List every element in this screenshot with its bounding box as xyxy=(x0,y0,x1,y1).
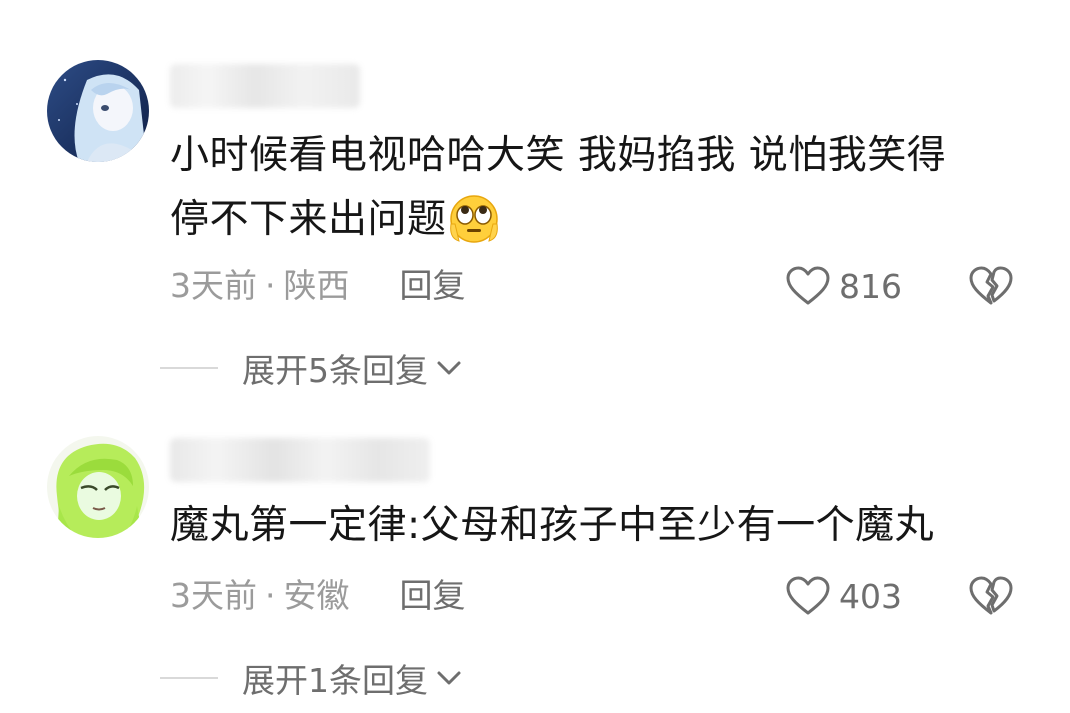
comment-text: 魔丸第一定律:父母和孩子中至少有一个魔丸 xyxy=(170,494,1030,558)
heart-icon xyxy=(786,576,830,615)
broken-heart-icon xyxy=(969,576,1013,615)
avatar-image xyxy=(47,60,149,162)
comment-text-line: 小时候看电视哈哈大笑 我妈掐我 说怕我笑得 xyxy=(170,133,947,178)
eye-roll-emoji-icon xyxy=(449,194,499,264)
timestamp: 3天前 xyxy=(170,576,257,615)
chevron-down-icon xyxy=(437,361,461,375)
like-button[interactable]: 816 xyxy=(785,266,902,306)
comment-text: 小时候看电视哈哈大笑 我妈掐我 说怕我笑得 停不下来出问题 xyxy=(170,124,1030,264)
dislike-button[interactable] xyxy=(968,576,1014,616)
comment-text-line: 魔丸第一定律:父母和孩子中至少有一个魔丸 xyxy=(170,503,935,548)
expand-replies-button[interactable]: 展开1条回复 xyxy=(160,656,462,700)
location: 陕西 xyxy=(283,266,350,305)
like-button[interactable]: 403 xyxy=(785,576,902,616)
chevron-down-icon xyxy=(437,671,461,685)
timestamp: 3天前 xyxy=(170,266,257,305)
comment-text-line-2: 停不下来出问题 xyxy=(170,197,447,242)
like-count: 816 xyxy=(839,266,902,306)
divider-line xyxy=(160,677,218,679)
username-blurred[interactable] xyxy=(170,64,360,108)
reply-button[interactable]: 回复 xyxy=(400,266,466,305)
comment-meta: 3天前 · 陕西 回复 xyxy=(170,266,466,306)
expand-replies-button[interactable]: 展开5条回复 xyxy=(160,346,462,390)
dislike-button[interactable] xyxy=(968,266,1014,306)
location: 安徽 xyxy=(283,576,350,615)
username-blurred[interactable] xyxy=(170,438,430,482)
like-count: 403 xyxy=(839,576,902,616)
divider-line xyxy=(160,367,218,369)
expand-replies-label: 展开5条回复 xyxy=(242,351,428,390)
reply-button[interactable]: 回复 xyxy=(400,576,466,615)
separator-dot: · xyxy=(265,576,276,615)
avatar[interactable] xyxy=(47,436,149,538)
avatar-image xyxy=(47,436,149,538)
expand-replies-label: 展开1条回复 xyxy=(242,661,428,700)
comment-meta: 3天前 · 安徽 回复 xyxy=(170,576,466,616)
comment-text-line: 停不下来出问题 xyxy=(170,188,1030,264)
broken-heart-icon xyxy=(969,266,1013,305)
heart-icon xyxy=(786,266,830,305)
separator-dot: · xyxy=(265,266,276,305)
avatar[interactable] xyxy=(47,60,149,162)
